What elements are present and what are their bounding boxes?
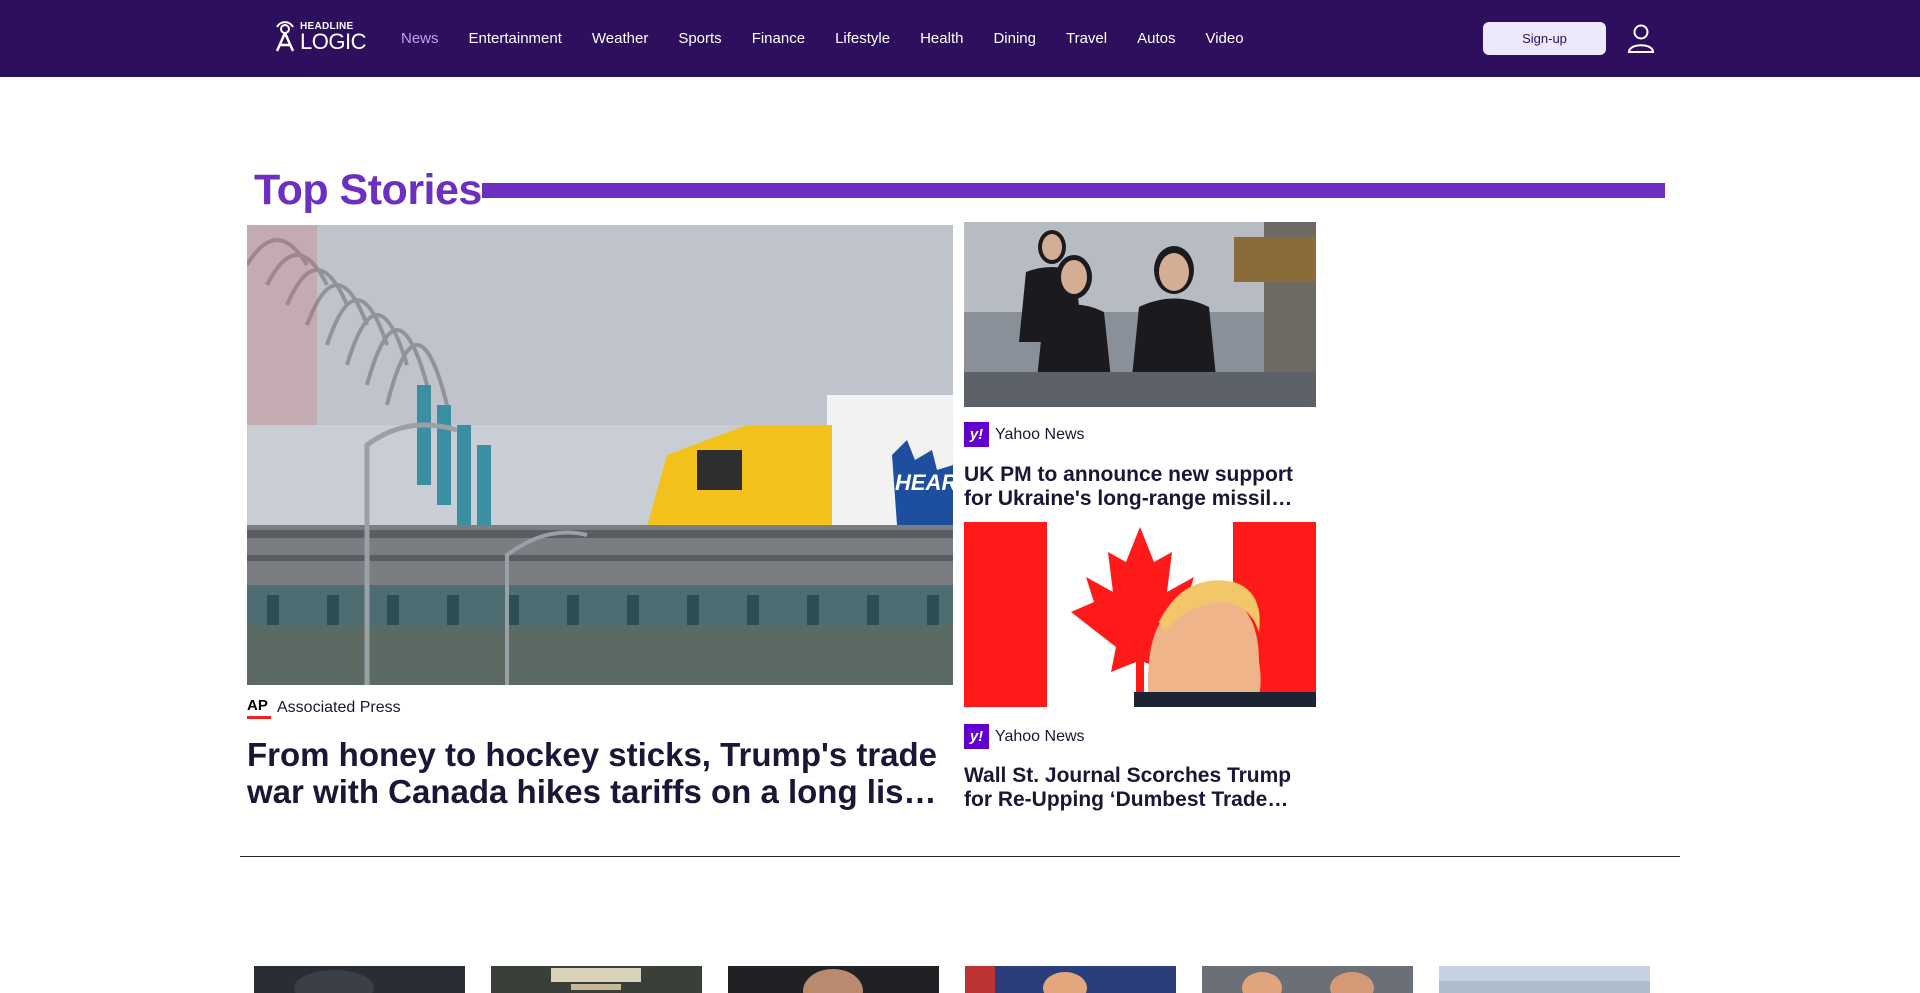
thumbnail-5[interactable] — [1202, 966, 1413, 993]
section-title-bar — [482, 183, 1665, 198]
nav-item-finance[interactable]: Finance — [752, 30, 805, 47]
section-title-top-stories: Top Stories — [254, 166, 482, 214]
side-story-2-headline[interactable]: Wall St. Journal Scorches Trump for Re-U… — [964, 764, 1324, 812]
thumbnail-2[interactable] — [491, 966, 702, 993]
signup-button[interactable]: Sign-up — [1483, 22, 1606, 55]
side-story-1-headline[interactable]: UK PM to announce new support for Ukrain… — [964, 463, 1324, 511]
nav-item-entertainment[interactable]: Entertainment — [469, 30, 562, 47]
nav-item-autos[interactable]: Autos — [1137, 30, 1175, 47]
nav-item-video[interactable]: Video — [1205, 30, 1243, 47]
source-name: Yahoo News — [995, 727, 1085, 745]
site-header: HEADLINE LOGIC News Entertainment Weathe… — [0, 0, 1920, 77]
logo-bottom-text: LOGIC — [300, 28, 366, 54]
headline-line: for Ukraine's long-range missil… — [964, 487, 1293, 510]
thumbnail-4[interactable] — [965, 966, 1176, 993]
headline-line: Wall St. Journal Scorches Trump — [964, 764, 1292, 787]
thumbnail-3[interactable] — [728, 966, 939, 993]
main-story-source[interactable]: AP Associated Press — [247, 697, 401, 719]
side-story-1-source[interactable]: y! Yahoo News — [964, 422, 1085, 447]
source-name: Yahoo News — [995, 425, 1085, 443]
nav-item-lifestyle[interactable]: Lifestyle — [835, 30, 890, 47]
main-story-image[interactable]: HEART — [247, 225, 953, 685]
ap-logo-icon: AP — [247, 697, 271, 719]
section-divider — [240, 856, 1680, 857]
side-story-2-image[interactable] — [964, 522, 1316, 707]
thumbnail-6[interactable] — [1439, 966, 1650, 993]
logo-mark-icon — [275, 21, 295, 52]
thumbnail-1[interactable] — [254, 966, 465, 993]
nav-item-dining[interactable]: Dining — [993, 30, 1036, 47]
nav-item-news[interactable]: News — [401, 30, 439, 47]
headline-line: for Re-Upping ‘Dumbest Trade… — [964, 788, 1289, 811]
main-story-headline[interactable]: From honey to hockey sticks, Trump's tra… — [247, 736, 967, 810]
side-story-1-image[interactable] — [964, 222, 1316, 407]
site-logo[interactable]: HEADLINE LOGIC — [272, 20, 366, 54]
headline-line: From honey to hockey sticks, Trump's tra… — [247, 736, 938, 773]
user-icon[interactable] — [1627, 23, 1655, 53]
yahoo-logo-icon: y! — [964, 724, 989, 749]
main-nav: News Entertainment Weather Sports Financ… — [401, 0, 1274, 77]
source-name: Associated Press — [277, 699, 401, 716]
yahoo-logo-icon: y! — [964, 422, 989, 447]
nav-item-sports[interactable]: Sports — [678, 30, 721, 47]
side-story-2-source[interactable]: y! Yahoo News — [964, 724, 1085, 749]
nav-item-weather[interactable]: Weather — [592, 30, 648, 47]
nav-item-health[interactable]: Health — [920, 30, 963, 47]
nav-item-travel[interactable]: Travel — [1066, 30, 1107, 47]
truck-logo-text: HEART — [895, 470, 953, 495]
headline-line: UK PM to announce new support — [964, 463, 1293, 486]
headline-line: war with Canada hikes tariffs on a long … — [247, 773, 937, 810]
